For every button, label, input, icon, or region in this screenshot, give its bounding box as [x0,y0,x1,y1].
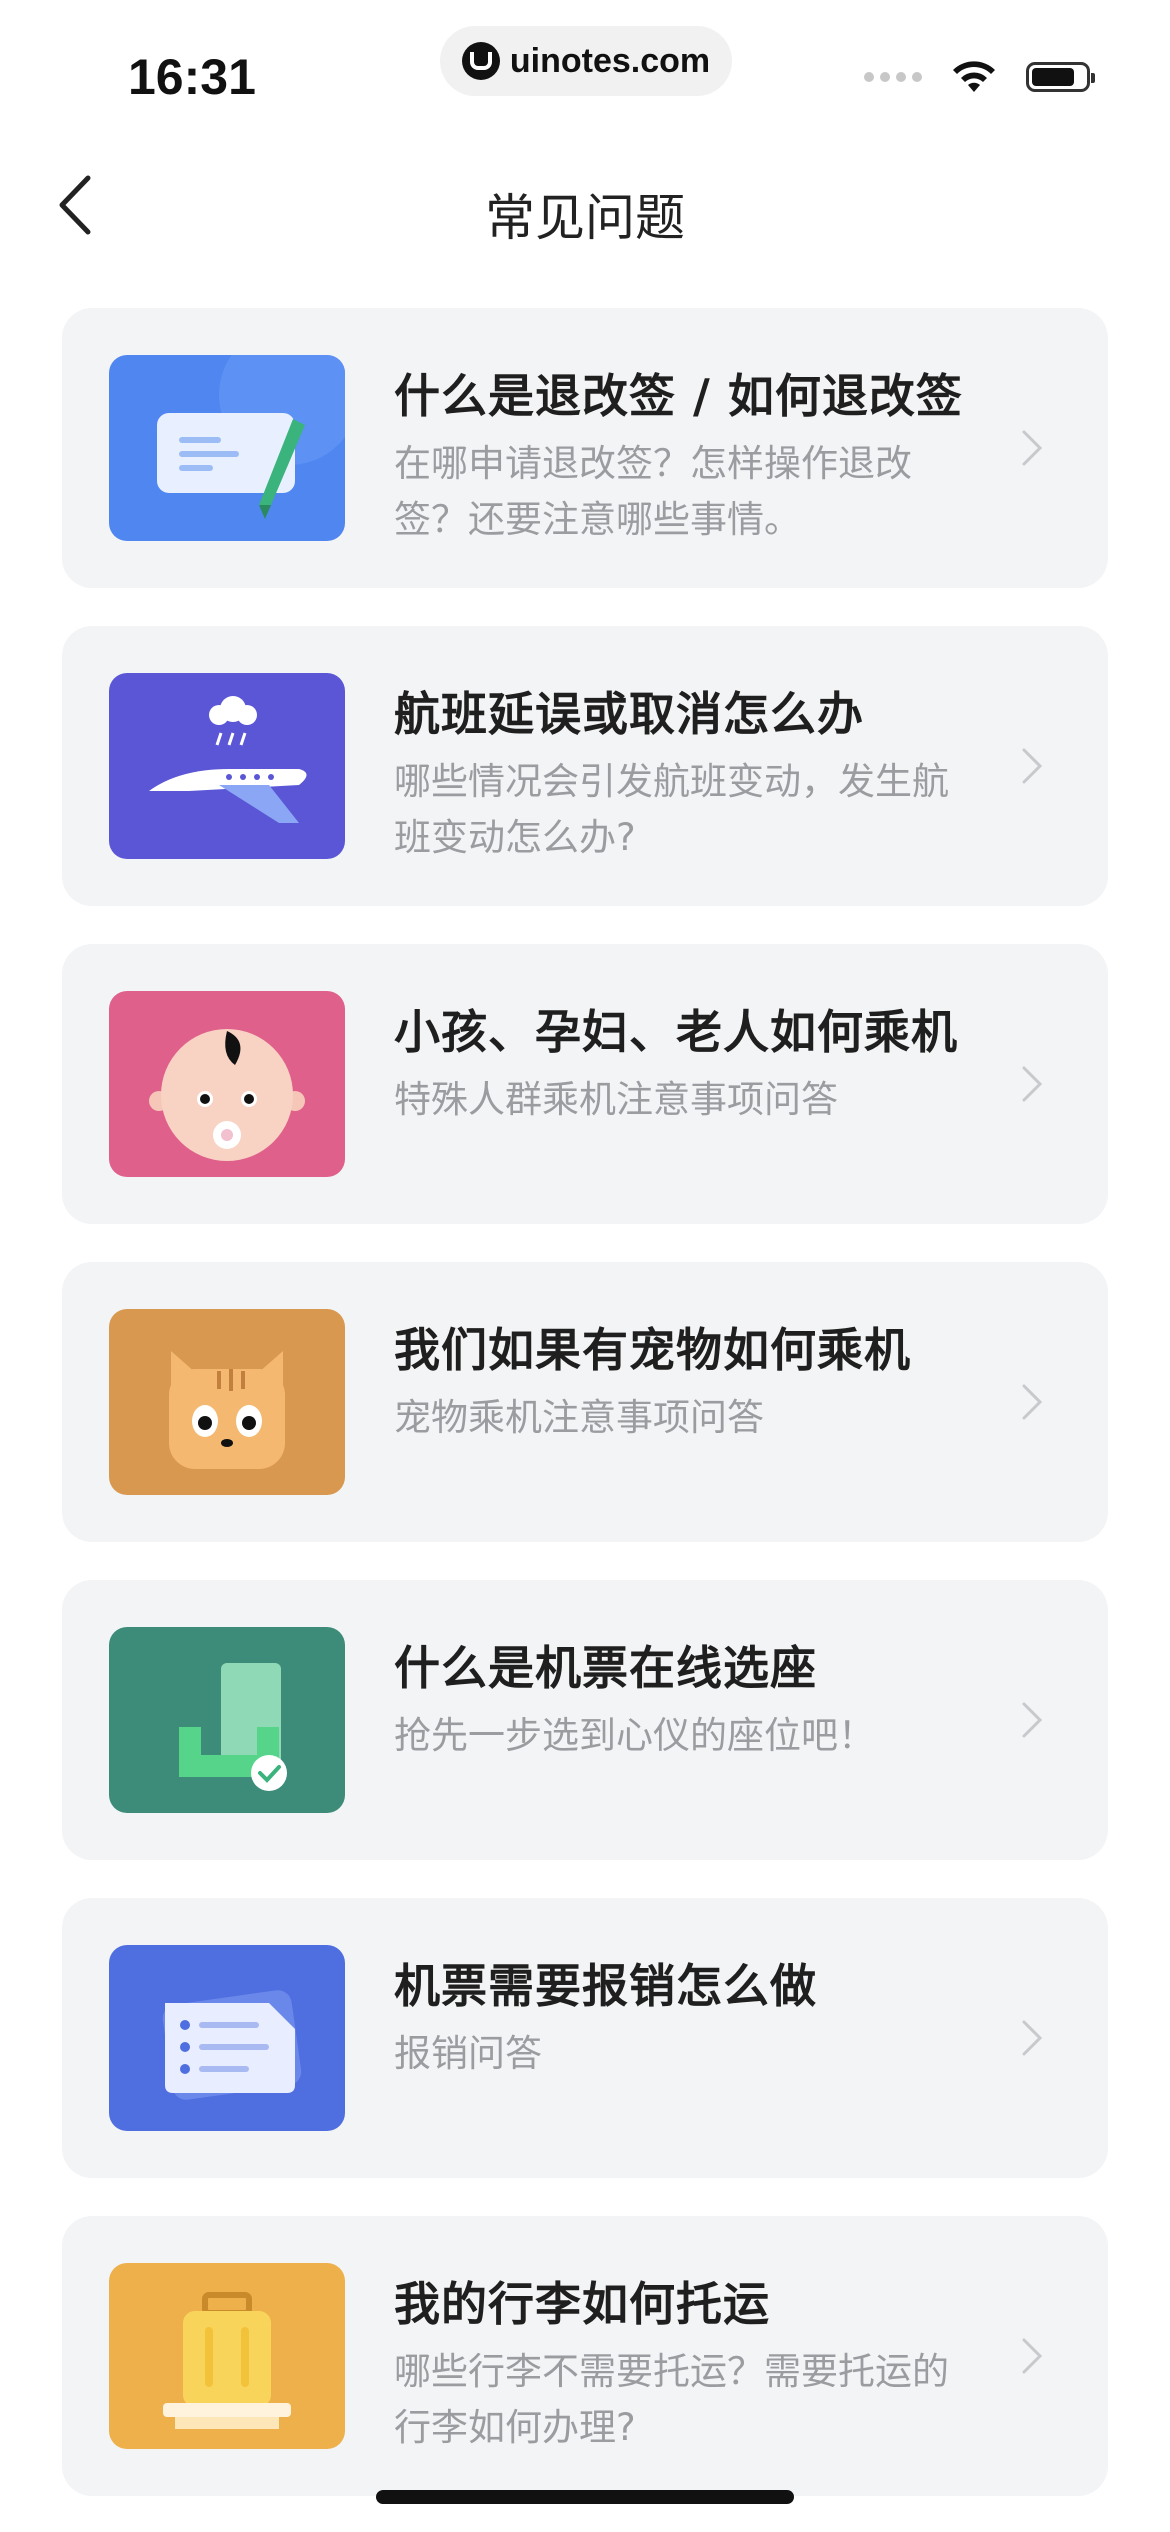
seat-check-icon [109,1627,345,1813]
faq-desc: 宠物乘机注意事项问答 [394,1396,764,1439]
faq-desc: 特殊人群乘机注意事项问答 [394,1078,838,1121]
page-title: 常见问题 [485,189,685,247]
cat-icon [109,1309,345,1495]
faq-title: 什么是退改签 / 如何退改签 [394,369,963,423]
faq-card-delay[interactable]: 航班延误或取消怎么办 哪些情况会引发航班变动，发生航班变动怎么办? [62,626,1108,906]
status-icons [864,58,1095,96]
baby-icon [109,991,345,1177]
watermark-badge: uinotes.com [440,26,732,96]
faq-desc: 在哪申请退改签？怎样操作退改签？还要注意哪些事情。 [394,442,912,541]
chevron-right-icon [1022,1384,1043,1420]
faq-desc: 报销问答 [394,2032,542,2075]
faq-title: 什么是机票在线选座 [394,1641,817,1695]
chevron-right-icon [1022,2338,1043,2374]
ticket-edit-icon [109,355,345,541]
chevron-right-icon [1022,430,1043,466]
chevron-right-icon [1022,2020,1043,2056]
status-bar: 16:31 uinotes.com [0,0,1170,130]
faq-title: 航班延误或取消怎么办 [394,687,864,741]
chevron-right-icon [1022,1702,1043,1738]
nav-bar: 常见问题 [0,150,1170,260]
chevron-right-icon [1022,1066,1043,1102]
wifi-icon [953,61,995,92]
faq-card-seat-selection[interactable]: 什么是机票在线选座 抢先一步选到心仪的座位吧！ [62,1580,1108,1860]
chevron-right-icon [1022,748,1043,784]
faq-card-pets[interactable]: 我们如果有宠物如何乘机 宠物乘机注意事项问答 [62,1262,1108,1542]
faq-title: 我的行李如何托运 [394,2277,770,2331]
faq-desc: 哪些行李不需要托运？需要托运的行李如何办理? [394,2350,949,2449]
faq-title: 机票需要报销怎么做 [394,1959,817,2013]
faq-card-reimbursement[interactable]: 机票需要报销怎么做 报销问答 [62,1898,1108,2178]
luggage-icon [109,2263,345,2449]
faq-title: 我们如果有宠物如何乘机 [394,1323,911,1377]
document-list-icon [109,1945,345,2131]
faq-card-special-passengers[interactable]: 小孩、孕妇、老人如何乘机 特殊人群乘机注意事项问答 [62,944,1108,1224]
status-time: 16:31 [128,49,256,105]
faq-desc: 抢先一步选到心仪的座位吧！ [394,1714,875,1757]
faq-card-refund[interactable]: 什么是退改签 / 如何退改签 在哪申请退改签？怎样操作退改签？还要注意哪些事情。 [62,308,1108,588]
watermark-logo-icon [461,42,500,80]
faq-card-baggage[interactable]: 我的行李如何托运 哪些行李不需要托运？需要托运的行李如何办理? [62,2216,1108,2496]
faq-desc: 哪些情况会引发航班变动，发生航班变动怎么办? [394,760,949,859]
watermark-text: uinotes.com [509,41,711,80]
faq-title: 小孩、孕妇、老人如何乘机 [394,1005,958,1059]
signal-icon [864,72,922,82]
airplane-rain-icon [109,673,345,859]
home-indicator[interactable] [376,2490,794,2504]
battery-icon [1026,62,1095,92]
